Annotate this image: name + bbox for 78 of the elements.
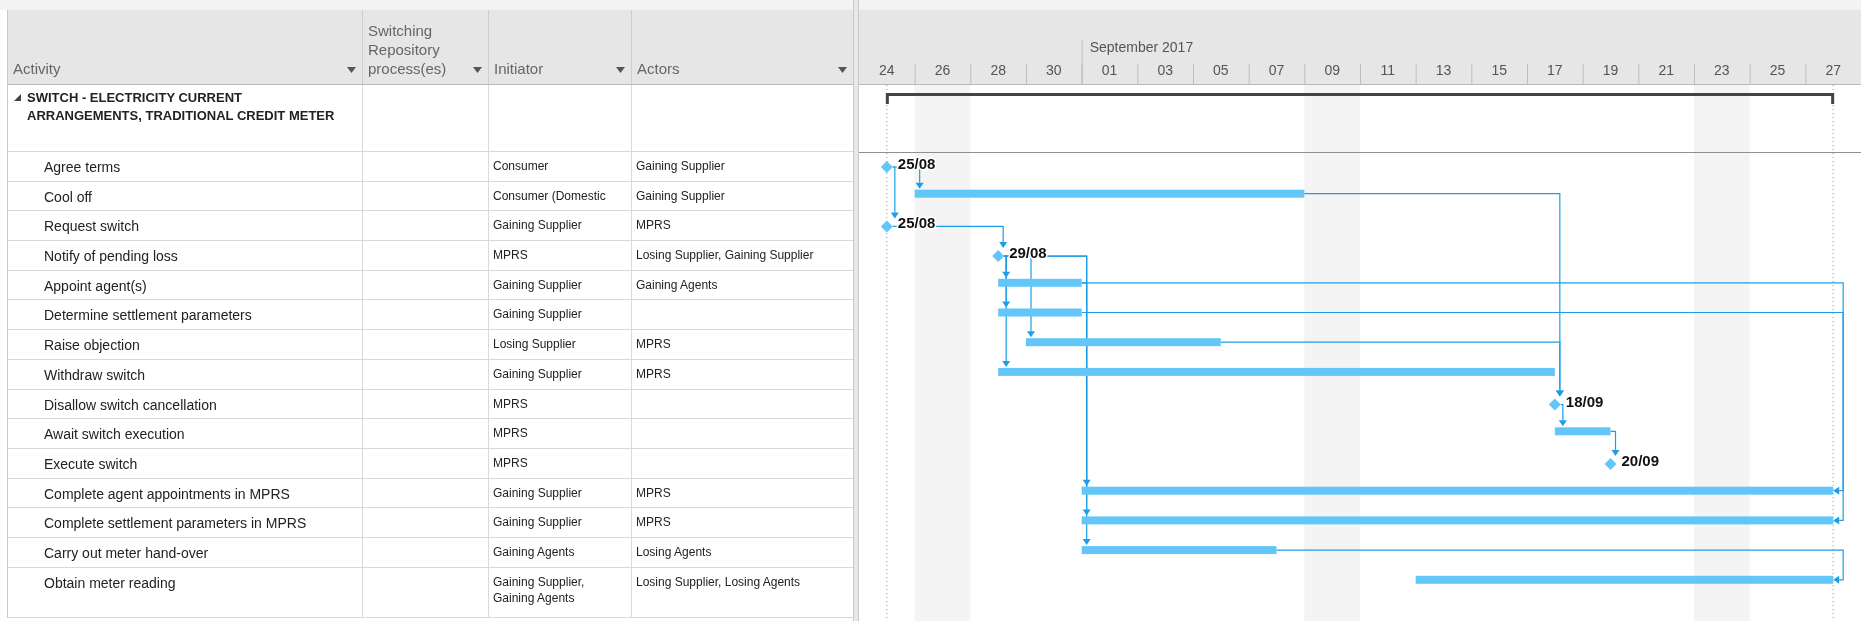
task-name: Cool off bbox=[43, 187, 92, 207]
task-name: Obtain meter reading bbox=[43, 573, 176, 593]
actors-text: Gaining Supplier bbox=[635, 158, 726, 174]
date-label: 25 bbox=[1769, 62, 1786, 78]
milestone-diamond bbox=[992, 250, 1005, 263]
actors-text: MPRS bbox=[635, 217, 672, 234]
milestone-date: 25/08 bbox=[897, 155, 936, 172]
dropdown-icon[interactable] bbox=[347, 67, 356, 73]
initiator-text: Gaining Supplier bbox=[492, 217, 583, 234]
actors-text: MPRS bbox=[635, 336, 672, 353]
actors-text: MPRS bbox=[635, 365, 672, 382]
collapse-icon[interactable] bbox=[13, 93, 22, 102]
date-label: 05 bbox=[1213, 62, 1229, 78]
date-label: 27 bbox=[1825, 62, 1841, 78]
date-label: 19 bbox=[1602, 62, 1619, 78]
column-header[interactable]: Switching Repository process(es) bbox=[363, 10, 489, 84]
initiator-text: Losing Supplier bbox=[492, 336, 577, 353]
date-label: 23 bbox=[1714, 62, 1730, 78]
task-name: Withdraw switch bbox=[43, 365, 146, 385]
date-label: 21 bbox=[1658, 62, 1674, 78]
date-label: 07 bbox=[1268, 62, 1285, 78]
initiator-text: MPRS bbox=[492, 395, 529, 412]
milestone-date: 20/09 bbox=[1621, 452, 1660, 469]
date-label: 15 bbox=[1491, 62, 1507, 78]
date-label: 11 bbox=[1380, 62, 1396, 78]
actors-text: Losing Supplier, Losing Agents bbox=[635, 573, 802, 590]
task-name: Carry out meter hand-over bbox=[43, 543, 209, 563]
actors-text: MPRS bbox=[635, 514, 672, 531]
date-label: 01 bbox=[1101, 62, 1118, 78]
actors-text: Losing Agents bbox=[635, 543, 713, 560]
task-name: Agree terms bbox=[43, 158, 121, 177]
initiator-text: Gaining Supplier bbox=[492, 484, 583, 501]
initiator-text: MPRS bbox=[492, 425, 529, 442]
dropdown-icon[interactable] bbox=[473, 67, 482, 73]
actors-text: MPRS bbox=[635, 484, 672, 501]
date-label: 09 bbox=[1324, 62, 1340, 78]
date-label: 24 bbox=[879, 62, 895, 78]
actors-text: Gaining Supplier bbox=[635, 187, 726, 204]
date-label: 13 bbox=[1435, 62, 1452, 78]
date-label: 30 bbox=[1046, 62, 1062, 78]
initiator-text: Consumer (Domestic bbox=[492, 187, 607, 204]
task-name: Complete settlement parameters in MPRS bbox=[43, 514, 307, 534]
task-name: Execute switch bbox=[43, 454, 138, 474]
initiator-text: MPRS bbox=[492, 454, 529, 471]
milestone-diamond bbox=[1604, 458, 1617, 470]
initiator-text: MPRS bbox=[492, 247, 529, 264]
column-header[interactable]: Activity bbox=[8, 10, 363, 84]
actors-text: Gaining Agents bbox=[635, 276, 719, 293]
milestone-date: 18/09 bbox=[1565, 392, 1604, 410]
initiator-text: Gaining Supplier bbox=[492, 514, 583, 531]
initiator-text: Gaining Supplier bbox=[492, 276, 583, 293]
date-label: 26 bbox=[934, 62, 951, 78]
date-label: 28 bbox=[990, 62, 1006, 78]
milestone-diamond bbox=[1548, 398, 1561, 411]
task-name: Raise objection bbox=[43, 336, 140, 356]
dropdown-icon[interactable] bbox=[838, 67, 847, 73]
initiator-text: Gaining Supplier, Gaining Agents bbox=[492, 573, 586, 606]
task-name: Notify of pending loss bbox=[43, 247, 178, 267]
milestone-diamond bbox=[880, 161, 893, 173]
initiator-text: Gaining Supplier bbox=[492, 306, 583, 323]
milestone-diamond bbox=[880, 220, 893, 233]
summary-task-name: SWITCH - ELECTRICITY CURRENT ARRANGEMENTS, TRADITIONAL CREDIT METER bbox=[27, 89, 336, 125]
task-name: Appoint agent(s) bbox=[43, 276, 147, 296]
task-name: Await switch execution bbox=[43, 425, 185, 445]
initiator-text: Gaining Supplier bbox=[492, 365, 583, 382]
date-label: 03 bbox=[1157, 62, 1173, 78]
task-bar bbox=[1554, 427, 1611, 436]
column-header[interactable]: Initiator bbox=[489, 10, 632, 84]
task-name: Request switch bbox=[43, 217, 139, 237]
task-name: Determine settlement parameters bbox=[43, 306, 252, 326]
initiator-text: Consumer bbox=[492, 158, 550, 174]
task-name: Disallow switch cancellation bbox=[43, 395, 217, 415]
task-name: Complete agent appointments in MPRS bbox=[43, 484, 290, 504]
dropdown-icon[interactable] bbox=[616, 67, 625, 73]
date-label: 17 bbox=[1547, 62, 1563, 78]
month-label: September 2017 bbox=[1089, 39, 1194, 55]
actors-text: Losing Supplier, Gaining Supplier bbox=[635, 247, 815, 264]
initiator-text: Gaining Agents bbox=[492, 543, 576, 560]
